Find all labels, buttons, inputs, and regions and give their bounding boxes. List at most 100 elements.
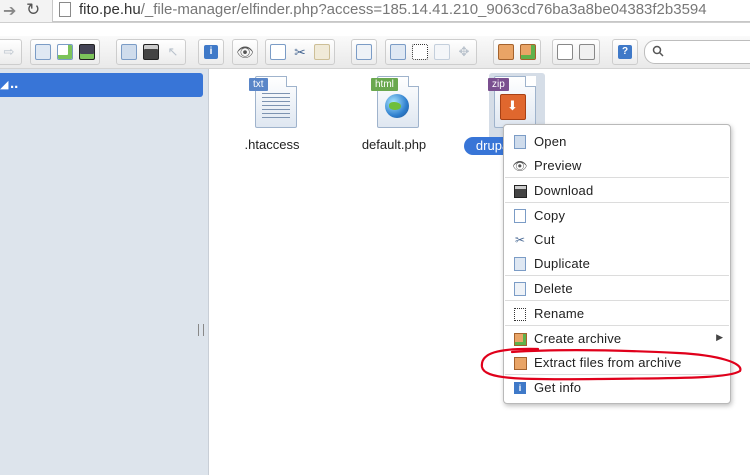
- url-text[interactable]: fito.pe.hu/_file-manager/elfinder.php?ac…: [79, 1, 707, 18]
- upload-icon: [79, 44, 95, 60]
- resize-button[interactable]: ✥: [454, 42, 474, 62]
- toolbar-group-archive: [493, 39, 541, 65]
- icons-view-button[interactable]: [555, 42, 575, 62]
- toolbar-group-delete: [351, 39, 377, 65]
- menu-item-extract[interactable]: Extract files from archive: [504, 352, 730, 374]
- copy-button[interactable]: [268, 42, 288, 62]
- edit-icon: [434, 44, 450, 60]
- menu-item-delete[interactable]: Delete: [504, 278, 730, 300]
- copy-icon: [513, 209, 527, 223]
- rename-button[interactable]: [410, 42, 430, 62]
- new-folder-icon: [35, 44, 51, 60]
- resize-icon: ✥: [458, 44, 470, 59]
- menu-item-get-info[interactable]: i Get info: [504, 377, 730, 399]
- menu-separator: [505, 275, 729, 276]
- html-file-icon: html: [369, 76, 419, 132]
- menu-item-rename[interactable]: Rename: [504, 303, 730, 325]
- copy-icon: [270, 44, 286, 60]
- url-path: /_file-manager/elfinder.php?access=185.1…: [140, 1, 707, 18]
- toolbar-group-clipboard: ✂: [265, 39, 335, 65]
- menu-separator: [505, 202, 729, 203]
- new-file-button[interactable]: [55, 42, 75, 62]
- preview-button[interactable]: 👁: [235, 42, 255, 62]
- info-icon: i: [204, 45, 218, 59]
- sidebar-resize-handle[interactable]: [198, 324, 204, 336]
- menu-item-label: Get info: [534, 380, 582, 395]
- folder-tree: ◢ ..: [0, 69, 209, 475]
- eye-icon: 👁: [236, 43, 254, 60]
- reload-icon[interactable]: ↻: [26, 0, 40, 20]
- archive-icon: [520, 44, 536, 60]
- cut-icon: ✂: [294, 43, 306, 60]
- toolbar-group-edit: ✥: [385, 39, 477, 65]
- delete-icon: [356, 44, 372, 60]
- menu-item-label: Download: [534, 183, 594, 198]
- menu-item-label: Rename: [534, 306, 585, 321]
- context-menu: Open 👁 Preview Download Copy ✂ Cut Dupli…: [503, 124, 731, 404]
- menu-item-label: Create archive: [534, 331, 622, 346]
- menu-item-open[interactable]: Open: [504, 131, 730, 153]
- menu-item-cut[interactable]: ✂ Cut: [504, 229, 730, 251]
- toolbar: ⇨ ↖ i 👁 ✂ ✥ ?: [0, 36, 750, 69]
- url-host: fito.pe.hu: [79, 1, 141, 18]
- save-button[interactable]: [141, 42, 161, 62]
- menu-item-preview[interactable]: 👁 Preview: [504, 155, 730, 177]
- menu-item-copy[interactable]: Copy: [504, 205, 730, 227]
- menu-item-create-archive[interactable]: Create archive ▶: [504, 328, 730, 350]
- paste-icon: [314, 44, 330, 60]
- file-type-tag: html: [371, 78, 398, 91]
- search-input[interactable]: [644, 40, 750, 64]
- edit-button[interactable]: [432, 42, 452, 62]
- submenu-arrow-icon: ▶: [716, 332, 723, 342]
- new-folder-button[interactable]: [33, 42, 53, 62]
- save-icon: [143, 44, 159, 60]
- browser-address-bar: ➔ ↻ fito.pe.hu/_file-manager/elfinder.ph…: [0, 0, 750, 23]
- delete-icon: [513, 282, 527, 296]
- menu-separator: [505, 177, 729, 178]
- cut-button[interactable]: ✂: [290, 42, 310, 62]
- text-file-icon: txt: [247, 76, 297, 132]
- tree-root-label: ..: [10, 75, 19, 92]
- toolbar-group-view: [552, 39, 600, 65]
- duplicate-icon: [390, 44, 406, 60]
- menu-item-label: Delete: [534, 281, 573, 296]
- new-file-icon: [57, 44, 73, 60]
- forward-arrow-icon[interactable]: ➔: [3, 1, 16, 21]
- menu-item-download[interactable]: Download: [504, 180, 730, 202]
- extract-button[interactable]: [496, 42, 516, 62]
- tree-root-item[interactable]: ◢ ..: [0, 73, 203, 97]
- paste-button[interactable]: [312, 42, 332, 62]
- menu-item-label: Cut: [534, 232, 555, 247]
- help-icon: ?: [618, 45, 632, 59]
- toolbar-group-preview: 👁: [232, 39, 258, 65]
- select-button[interactable]: ↖: [163, 42, 183, 62]
- open-icon: [513, 135, 527, 149]
- menu-item-label: Extract files from archive: [534, 355, 682, 370]
- list-view-button[interactable]: [577, 42, 597, 62]
- file-type-tag: txt: [249, 78, 268, 91]
- open-icon: [121, 44, 137, 60]
- open-button[interactable]: [119, 42, 139, 62]
- arrow-right-icon: ⇨: [3, 44, 15, 59]
- info-button[interactable]: i: [201, 42, 221, 62]
- toolbar-group-info: i: [198, 39, 224, 65]
- toolbar-group-open: ↖: [116, 39, 186, 65]
- menu-item-label: Copy: [534, 208, 566, 223]
- select-icon: ↖: [167, 44, 179, 59]
- page-icon: [59, 2, 71, 17]
- file-item[interactable]: html default.php: [344, 76, 444, 152]
- menu-item-duplicate[interactable]: Duplicate: [504, 253, 730, 275]
- file-item[interactable]: txt .htaccess: [222, 76, 322, 152]
- upload-button[interactable]: [77, 42, 97, 62]
- eye-icon: 👁: [512, 159, 528, 173]
- duplicate-button[interactable]: [388, 42, 408, 62]
- file-name: .htaccess: [244, 137, 300, 152]
- forward-button[interactable]: ⇨: [0, 42, 19, 62]
- archive-button[interactable]: [518, 42, 538, 62]
- url-field[interactable]: fito.pe.hu/_file-manager/elfinder.php?ac…: [52, 0, 750, 22]
- menu-separator: [505, 374, 729, 375]
- help-button[interactable]: ?: [615, 42, 635, 62]
- tree-collapse-icon[interactable]: ◢: [0, 78, 8, 91]
- menu-item-label: Open: [534, 134, 567, 149]
- delete-button[interactable]: [354, 42, 374, 62]
